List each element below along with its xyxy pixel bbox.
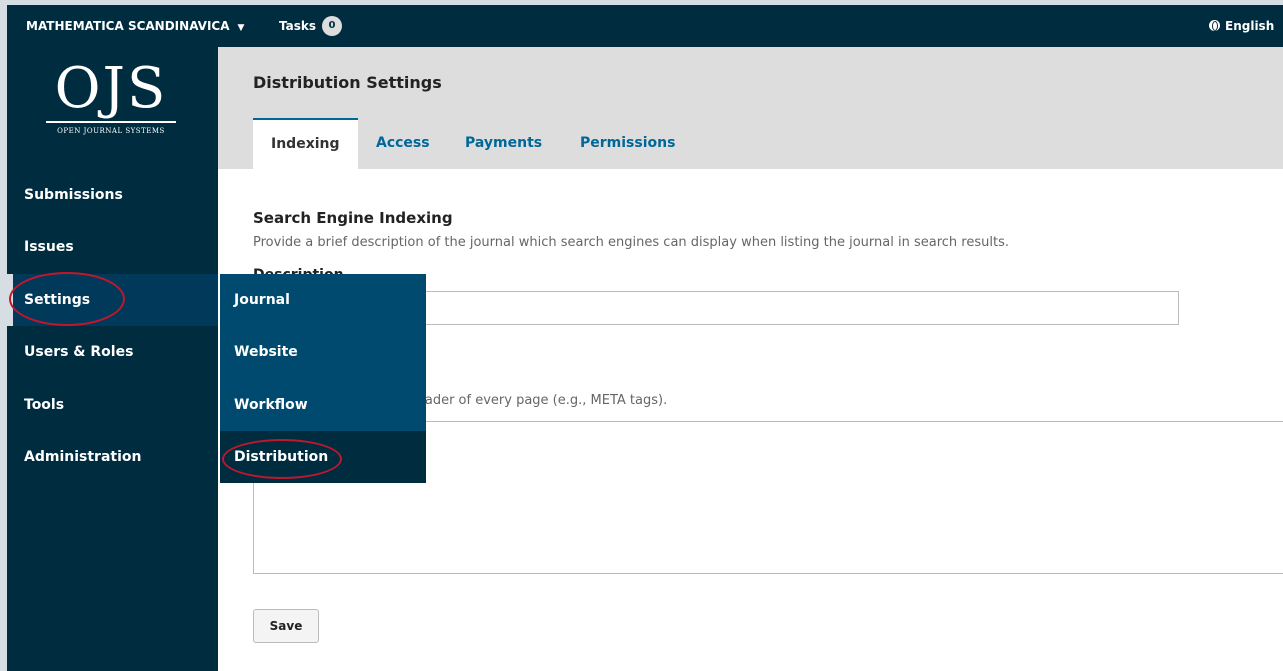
- language-label: English: [1225, 19, 1275, 33]
- sidebar-item-users-roles[interactable]: Users & Roles: [7, 326, 218, 378]
- logo-mark: OJS: [54, 56, 168, 121]
- submenu-item-website[interactable]: Website: [220, 326, 426, 378]
- page-header: Distribution Settings Indexing Access Pa…: [218, 47, 1283, 169]
- logo-subtitle: OPEN JOURNAL SYSTEMS: [57, 127, 165, 135]
- globe-icon: [1209, 20, 1220, 31]
- tasks-count-badge: 0: [322, 15, 343, 36]
- sidebar-item-submissions[interactable]: Submissions: [7, 169, 218, 221]
- tasks-button[interactable]: Tasks 0: [279, 5, 343, 47]
- sidebar-item-tools[interactable]: Tools: [7, 379, 218, 431]
- sidebar-item-label: Submissions: [24, 187, 123, 203]
- tab-indexing[interactable]: Indexing: [253, 118, 358, 169]
- sidebar: OJS OPEN JOURNAL SYSTEMS Submissions Iss…: [7, 47, 218, 671]
- save-button[interactable]: Save: [253, 609, 319, 643]
- tab-permissions[interactable]: Permissions: [580, 118, 675, 169]
- submenu-item-label: Website: [234, 344, 298, 360]
- sidebar-item-label: Users & Roles: [24, 344, 134, 360]
- sidebar-item-administration[interactable]: Administration: [7, 431, 218, 483]
- submenu-item-label: Journal: [234, 292, 290, 308]
- sidebar-item-settings[interactable]: Settings: [7, 274, 218, 326]
- submenu-item-workflow[interactable]: Workflow: [220, 379, 426, 431]
- language-switcher[interactable]: English: [1209, 5, 1274, 47]
- journal-switcher[interactable]: MATHEMATICA SCANDINAVICA ▼: [26, 5, 244, 47]
- sidebar-item-label: Settings: [24, 292, 91, 308]
- sidebar-item-label: Administration: [24, 449, 142, 465]
- settings-submenu: Journal Website Workflow Distribution: [220, 274, 426, 483]
- section-description: Provide a brief description of the journ…: [253, 235, 1009, 250]
- caret-down-icon: ▼: [237, 23, 245, 33]
- submenu-item-label: Workflow: [234, 397, 308, 413]
- submenu-item-distribution[interactable]: Distribution: [220, 431, 426, 483]
- tab-access[interactable]: Access: [376, 118, 430, 169]
- page-title: Distribution Settings: [253, 73, 442, 92]
- tasks-label: Tasks: [279, 19, 317, 33]
- sidebar-item-label: Issues: [24, 239, 74, 255]
- ojs-logo[interactable]: OJS OPEN JOURNAL SYSTEMS: [21, 59, 201, 154]
- journal-name: MATHEMATICA SCANDINAVICA: [26, 19, 230, 33]
- sidebar-item-label: Tools: [24, 397, 65, 413]
- section-title: Search Engine Indexing: [253, 209, 453, 227]
- submenu-item-label: Distribution: [234, 449, 329, 465]
- tab-payments[interactable]: Payments: [465, 118, 542, 169]
- top-bar: MATHEMATICA SCANDINAVICA ▼ Tasks 0 English: [7, 5, 1283, 47]
- submenu-item-journal[interactable]: Journal: [220, 274, 426, 326]
- sidebar-item-issues[interactable]: Issues: [7, 221, 218, 273]
- logo-rule: [46, 121, 176, 123]
